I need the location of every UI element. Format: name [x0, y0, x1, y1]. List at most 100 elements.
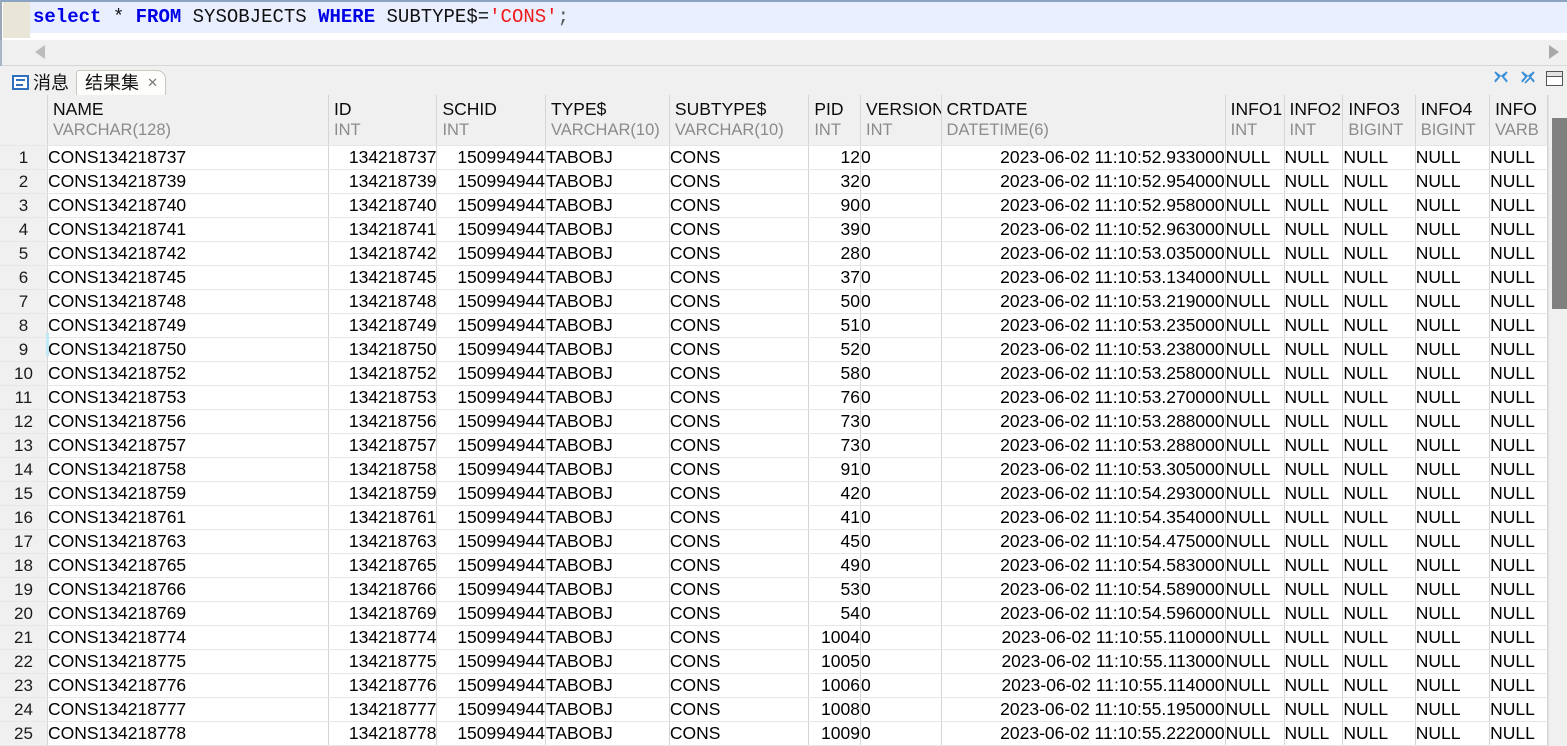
- cell-type[interactable]: TABOBJ: [545, 481, 670, 506]
- cell-schid[interactable]: 150994944: [436, 505, 546, 530]
- cell-name[interactable]: CONS134218769: [47, 601, 329, 626]
- cell-id[interactable]: 134218756: [328, 409, 438, 434]
- cell-version[interactable]: 0: [860, 625, 942, 650]
- cell-info1[interactable]: NULL: [1225, 433, 1285, 458]
- cell-id[interactable]: 134218737: [328, 145, 438, 170]
- cell-info4[interactable]: NULL: [1415, 553, 1491, 578]
- cell-schid[interactable]: 150994944: [436, 313, 546, 338]
- cell-name[interactable]: CONS134218750: [47, 337, 329, 362]
- cell-id[interactable]: 134218777: [328, 697, 438, 722]
- cell-version[interactable]: 0: [860, 313, 942, 338]
- cell-schid[interactable]: 150994944: [436, 169, 546, 194]
- cell-name[interactable]: CONS134218756: [47, 409, 329, 434]
- cell-type[interactable]: TABOBJ: [545, 337, 670, 362]
- cell-info[interactable]: NULL: [1489, 505, 1548, 530]
- sql-editor[interactable]: select * FROM SYSOBJECTS WHERE SUBTYPE$=…: [0, 0, 1567, 40]
- sql-query-text[interactable]: select * FROM SYSOBJECTS WHERE SUBTYPE$=…: [33, 3, 569, 31]
- cell-pid[interactable]: 42: [808, 481, 861, 506]
- cell-crtdate[interactable]: 2023-06-02 11:10:54.583000: [941, 553, 1226, 578]
- cell-info2[interactable]: NULL: [1284, 601, 1344, 626]
- cell-schid[interactable]: 150994944: [436, 457, 546, 482]
- cell-version[interactable]: 0: [860, 721, 942, 746]
- column-header-id[interactable]: ID INT: [328, 95, 438, 146]
- cell-subtype[interactable]: CONS: [669, 457, 810, 482]
- cell-schid[interactable]: 150994944: [436, 289, 546, 314]
- cell-crtdate[interactable]: 2023-06-02 11:10:53.305000: [941, 457, 1226, 482]
- cell-type[interactable]: TABOBJ: [545, 361, 670, 386]
- cell-info3[interactable]: NULL: [1342, 337, 1416, 362]
- cell-info3[interactable]: NULL: [1342, 409, 1416, 434]
- cell-info1[interactable]: NULL: [1225, 313, 1285, 338]
- cell-schid[interactable]: 150994944: [436, 361, 546, 386]
- cell-version[interactable]: 0: [860, 409, 942, 434]
- cell-schid[interactable]: 150994944: [436, 481, 546, 506]
- cell-subtype[interactable]: CONS: [669, 241, 810, 266]
- row-number[interactable]: 8: [0, 313, 49, 338]
- row-number[interactable]: 4: [0, 217, 49, 242]
- cell-info2[interactable]: NULL: [1284, 193, 1344, 218]
- cell-type[interactable]: TABOBJ: [545, 457, 670, 482]
- cell-info1[interactable]: NULL: [1225, 265, 1285, 290]
- cell-info4[interactable]: NULL: [1415, 193, 1491, 218]
- cell-info3[interactable]: NULL: [1342, 625, 1416, 650]
- cell-subtype[interactable]: CONS: [669, 409, 810, 434]
- cell-info3[interactable]: NULL: [1342, 529, 1416, 554]
- cell-pid[interactable]: 73: [808, 409, 861, 434]
- cell-info2[interactable]: NULL: [1284, 217, 1344, 242]
- cell-crtdate[interactable]: 2023-06-02 11:10:53.035000: [941, 241, 1226, 266]
- cell-info1[interactable]: NULL: [1225, 217, 1285, 242]
- cell-info4[interactable]: NULL: [1415, 337, 1491, 362]
- cell-name[interactable]: CONS134218742: [47, 241, 329, 266]
- cell-pid[interactable]: 52: [808, 337, 861, 362]
- cell-info3[interactable]: NULL: [1342, 649, 1416, 674]
- row-number[interactable]: 9: [0, 337, 49, 362]
- table-row[interactable]: 4 CONS134218741 134218741 150994944 TABOBJ CO…: [0, 217, 1548, 242]
- cell-crtdate[interactable]: 2023-06-02 11:10:55.222000: [941, 721, 1226, 746]
- cell-info4[interactable]: NULL: [1415, 385, 1491, 410]
- cell-info[interactable]: NULL: [1489, 673, 1548, 698]
- cell-crtdate[interactable]: 2023-06-02 11:10:53.134000: [941, 265, 1226, 290]
- cell-info3[interactable]: NULL: [1342, 481, 1416, 506]
- cell-name[interactable]: CONS134218775: [47, 649, 329, 674]
- cell-version[interactable]: 0: [860, 241, 942, 266]
- cell-info2[interactable]: NULL: [1284, 337, 1344, 362]
- cell-info2[interactable]: NULL: [1284, 649, 1344, 674]
- cell-type[interactable]: TABOBJ: [545, 217, 670, 242]
- cell-crtdate[interactable]: 2023-06-02 11:10:55.114000: [941, 673, 1226, 698]
- cell-id[interactable]: 134218739: [328, 169, 438, 194]
- cell-type[interactable]: TABOBJ: [545, 601, 670, 626]
- cell-schid[interactable]: 150994944: [436, 577, 546, 602]
- cell-pid[interactable]: 58: [808, 361, 861, 386]
- cell-info2[interactable]: NULL: [1284, 505, 1344, 530]
- cell-info2[interactable]: NULL: [1284, 529, 1344, 554]
- cell-name[interactable]: CONS134218745: [47, 265, 329, 290]
- cell-version[interactable]: 0: [860, 337, 942, 362]
- table-row[interactable]: 19 CONS134218766 134218766 150994944 TABOBJ C…: [0, 577, 1548, 602]
- cell-version[interactable]: 0: [860, 481, 942, 506]
- table-row[interactable]: 14 CONS134218758 134218758 150994944 TABOBJ C…: [0, 457, 1548, 482]
- cell-pid[interactable]: 39: [808, 217, 861, 242]
- column-header-info1[interactable]: INFO1 INT: [1225, 95, 1285, 146]
- column-header-info[interactable]: INFO VARB: [1489, 95, 1548, 146]
- cell-id[interactable]: 134218740: [328, 193, 438, 218]
- cell-subtype[interactable]: CONS: [669, 169, 810, 194]
- cell-info2[interactable]: NULL: [1284, 313, 1344, 338]
- cell-info2[interactable]: NULL: [1284, 361, 1344, 386]
- cell-id[interactable]: 134218741: [328, 217, 438, 242]
- row-number[interactable]: 3: [0, 193, 49, 218]
- cell-version[interactable]: 0: [860, 553, 942, 578]
- cell-info[interactable]: NULL: [1489, 625, 1548, 650]
- row-number[interactable]: 12: [0, 409, 49, 434]
- table-row[interactable]: 6 CONS134218745 134218745 150994944 TABOBJ CO…: [0, 265, 1548, 290]
- cell-id[interactable]: 134218765: [328, 553, 438, 578]
- cell-type[interactable]: TABOBJ: [545, 649, 670, 674]
- cell-info2[interactable]: NULL: [1284, 145, 1344, 170]
- cell-type[interactable]: TABOBJ: [545, 553, 670, 578]
- table-row[interactable]: 11 CONS134218753 134218753 150994944 TABOBJ C…: [0, 385, 1548, 410]
- cell-info3[interactable]: NULL: [1342, 193, 1416, 218]
- cell-type[interactable]: TABOBJ: [545, 169, 670, 194]
- cell-pid[interactable]: 1008: [808, 697, 861, 722]
- cell-info3[interactable]: NULL: [1342, 145, 1416, 170]
- cell-schid[interactable]: 150994944: [436, 217, 546, 242]
- cell-name[interactable]: CONS134218777: [47, 697, 329, 722]
